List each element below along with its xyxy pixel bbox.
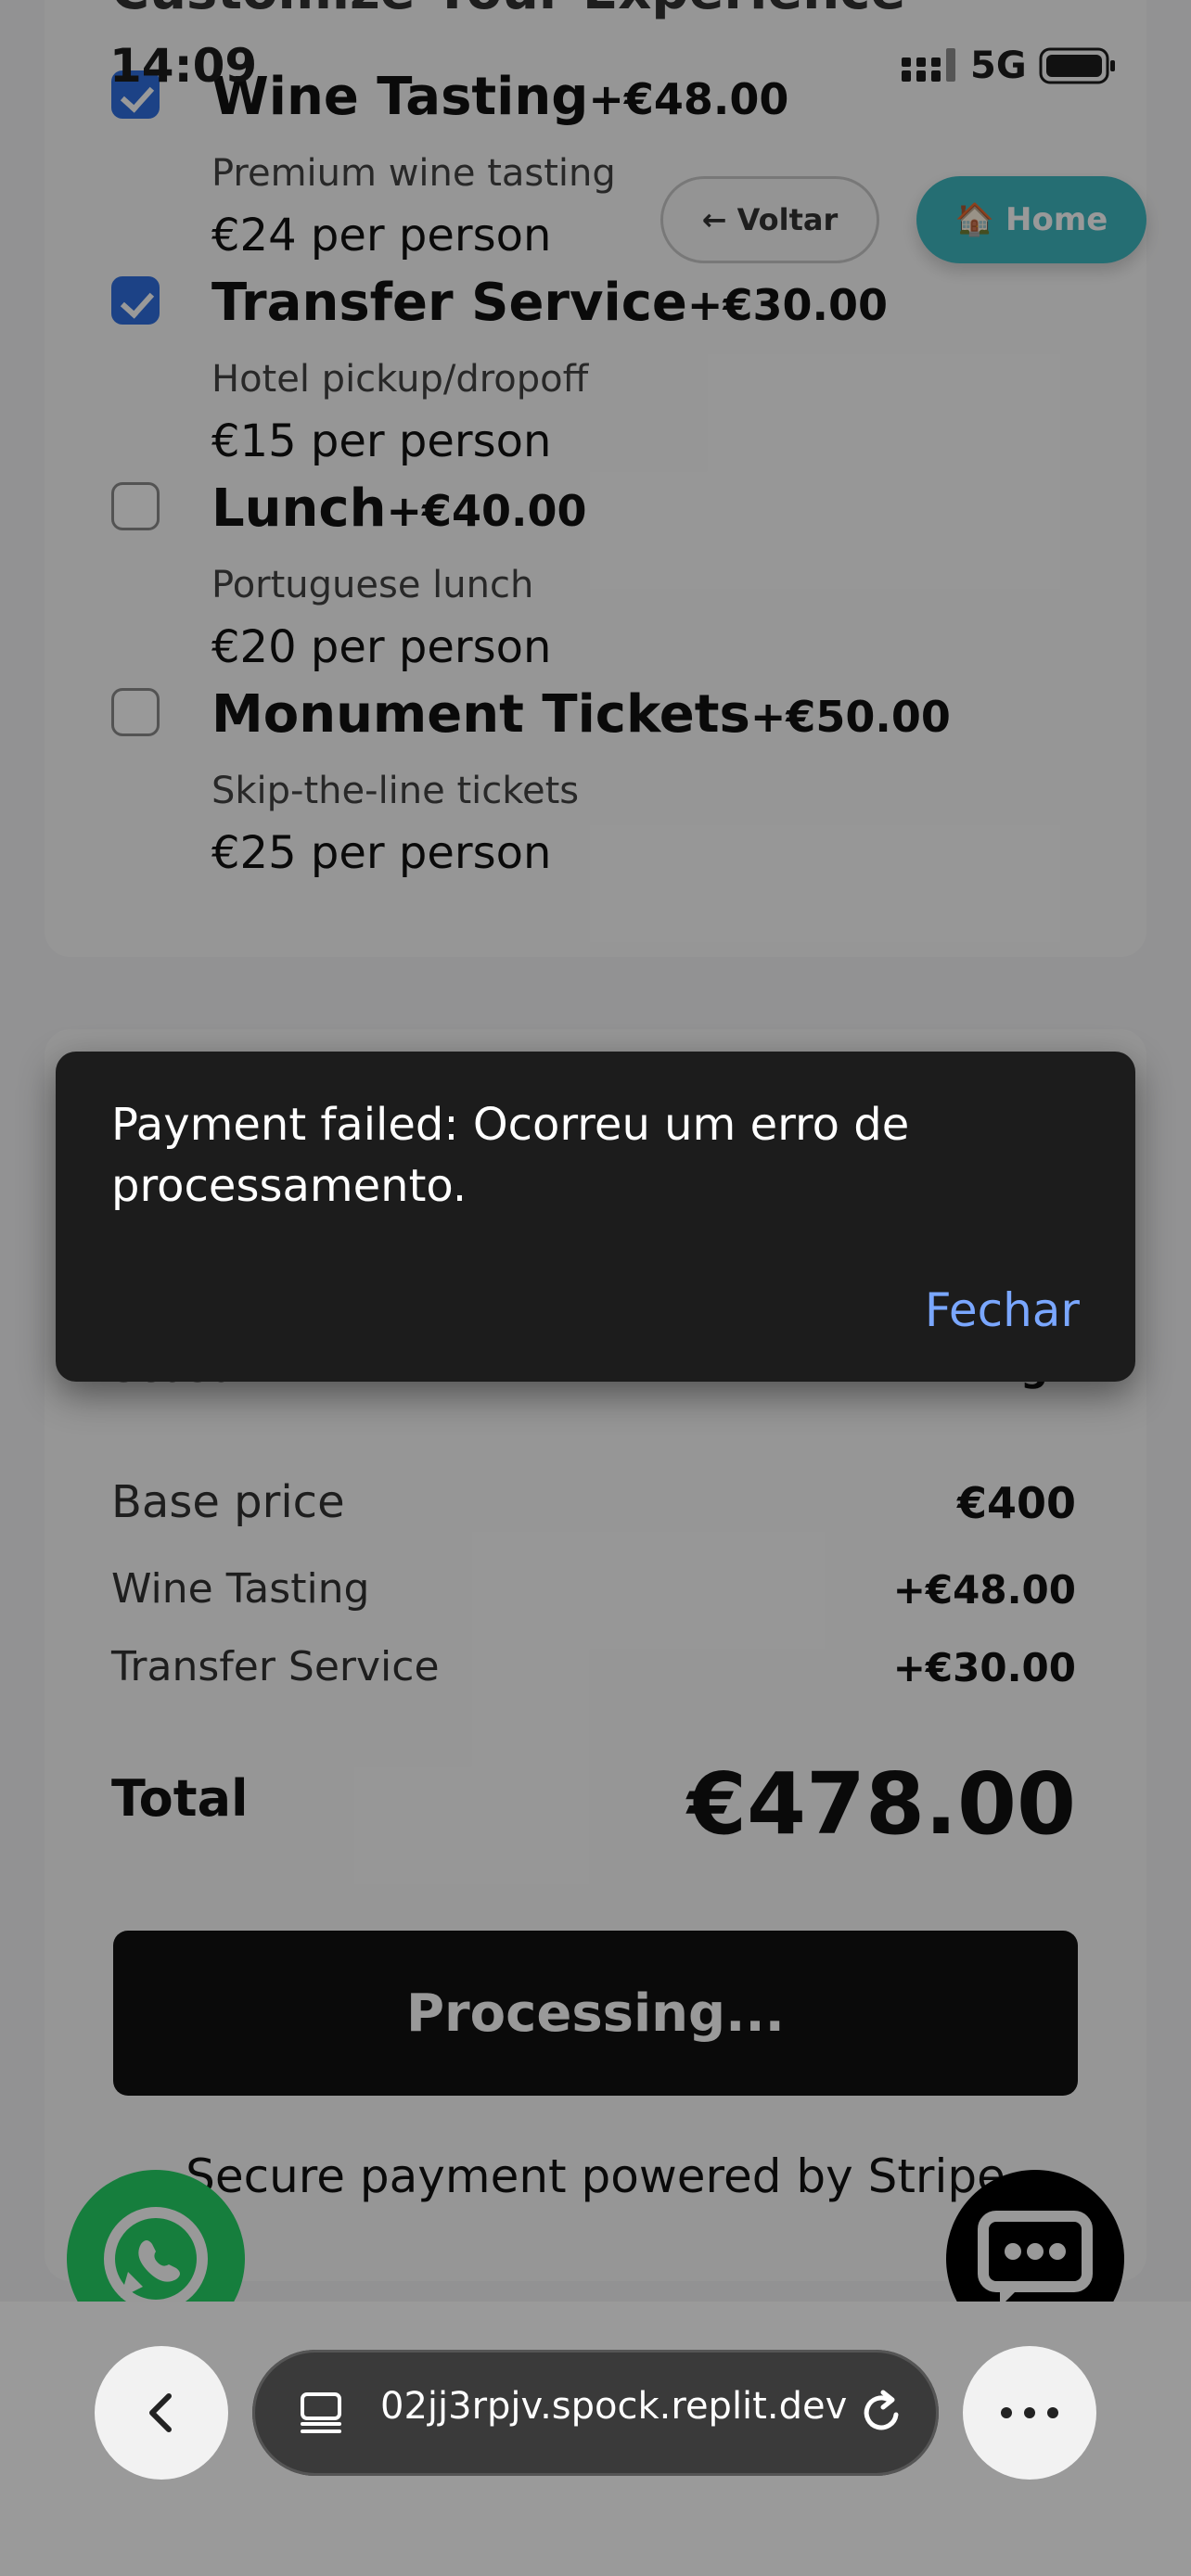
status-time: 14:09 <box>109 39 258 93</box>
url-text: 02jj3rpjv.spock.replit.dev <box>380 2385 848 2428</box>
chevron-left-icon <box>149 2393 172 2432</box>
more-icon <box>1001 2407 1058 2418</box>
battery-icon <box>1039 46 1117 89</box>
browser-back-button[interactable] <box>95 2346 228 2480</box>
snackbar-close-button[interactable]: Fechar <box>925 1283 1080 1337</box>
address-bar[interactable]: 02jj3rpjv.spock.replit.dev <box>252 2350 939 2476</box>
tabs-icon <box>301 2392 341 2433</box>
browser-more-button[interactable] <box>963 2346 1096 2480</box>
network-label: 5G <box>970 45 1027 87</box>
payment-error-snackbar: Payment failed: Ocorreu um erro de proce… <box>56 1052 1135 1382</box>
signal-icon <box>902 46 959 87</box>
snackbar-message: Payment failed: Ocorreu um erro de proce… <box>111 1099 910 1212</box>
reload-icon[interactable] <box>855 2387 907 2439</box>
